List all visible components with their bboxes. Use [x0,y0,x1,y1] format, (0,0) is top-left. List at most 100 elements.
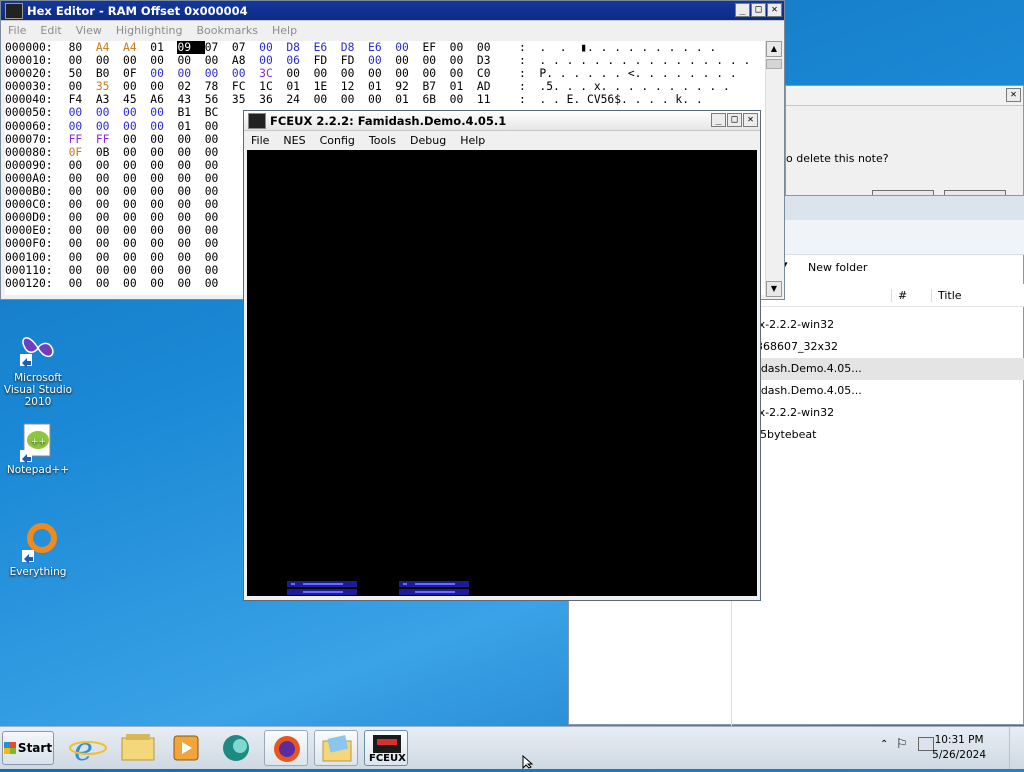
hex-address: 000030: [5,80,53,94]
scroll-down-icon[interactable]: ▼ [766,281,782,297]
hex-bytes[interactable]: 00 00 00 00 00 00 [69,224,219,237]
start-button[interactable]: Start [2,731,54,765]
clock-date: 5/26/2024 [932,749,986,761]
game-sprite [399,577,469,596]
column-header-hash[interactable]: # [891,289,932,302]
fceux-taskbar-button[interactable]: FCEUX [364,730,408,766]
hex-bytes[interactable]: FF FF 00 00 00 00 [69,133,219,146]
everything-search-icon [18,522,58,564]
hex-bytes[interactable]: 00 00 00 00 B1 BC [69,106,219,119]
hex-ascii[interactable]: : . . . . . . . . . . . . . . . . [519,54,750,67]
close-icon[interactable]: ✕ [743,113,758,127]
close-icon[interactable]: ✕ [1006,88,1021,102]
fceux-menubar: File NES Config Tools Debug Help [244,131,760,150]
hex-row[interactable]: 000020: 50 B0 0F 00 00 00 00 3C 00 00 00 … [5,67,765,80]
hex-bytes[interactable]: 00 00 00 00 00 00 [69,251,219,264]
fceux-titlebar[interactable]: FCEUX 2.2.2: Famidash.Demo.4.05.1 _ □ ✕ [244,111,760,131]
minimize-icon[interactable]: _ [735,3,750,17]
vertical-scrollbar[interactable]: ▲ ▼ [765,41,782,297]
hex-bytes[interactable]: 00 00 00 00 00 00 [69,198,219,211]
hex-bytes[interactable]: 00 00 00 00 00 00 [69,185,219,198]
menu-item[interactable]: Tools [362,134,403,147]
delete-note-dialog: ✕ o delete this note? [785,85,1024,200]
hex-ascii[interactable]: : . . ▮. . . . . . . . . . [519,41,716,54]
hex-bytes[interactable]: 00 00 00 00 00 00 [69,172,219,185]
dialog-titlebar: ✕ [786,86,1023,106]
new-folder-button[interactable]: New folder [808,261,867,274]
menu-item[interactable]: File [1,24,33,37]
desktop-icon-visual-studio[interactable]: Microsoft Visual Studio 2010 [0,328,78,408]
menu-item[interactable]: Highlighting [109,24,190,37]
window-title: FCEUX 2.2.2: Famidash.Demo.4.05.1 [270,113,507,128]
hex-ascii[interactable]: : .5. . . x. . . . . . . . . . [519,80,730,93]
hex-address: 000100: [5,250,53,264]
hex-bytes[interactable]: 50 B0 0F 00 00 00 00 3C 00 00 00 00 00 0… [69,67,491,80]
show-desktop-button[interactable] [1009,727,1024,769]
hex-bytes[interactable]: 00 00 00 00 00 00 [69,211,219,224]
desktop-icon-notepad-plus-plus[interactable]: ++ Notepad++ [0,420,78,476]
hex-bytes[interactable]: 80 A4 A4 01 09 07 07 00 D8 E6 D8 E6 00 E… [69,41,491,54]
menu-item[interactable]: View [69,24,109,37]
hex-address: 000120: [5,276,53,290]
hex-address: 0000F0: [5,237,53,251]
menu-item[interactable]: Help [265,24,304,37]
action-center-flag-icon[interactable]: ⚐ [896,737,908,752]
maximize-icon[interactable]: □ [727,113,742,127]
hex-address: 000060: [5,119,53,133]
taskbar: Start e FCEUX ⌃ ⚐ 10:31 PM 5/26/2024 [0,726,1024,769]
menu-item[interactable]: Help [453,134,492,147]
clock-time: 10:31 PM [934,734,984,746]
menu-item[interactable]: NES [276,134,312,147]
minimize-icon[interactable]: _ [711,113,726,127]
hex-row[interactable]: 000030: 00 35 00 00 02 78 FC 1C 01 1E 12 … [5,80,765,93]
dialog-message: o delete this note? [786,152,889,165]
hex-row[interactable]: 000040: F4 A3 45 A6 43 56 35 36 24 00 00 … [5,93,765,106]
menu-item[interactable]: Bookmarks [190,24,265,37]
mouse-cursor-icon [522,754,534,772]
hex-address: 0000C0: [5,198,53,212]
hex-address: 0000B0: [5,185,53,199]
hex-row[interactable]: 000010: 00 00 00 00 00 00 A8 00 06 FD FD … [5,54,765,67]
hex-bytes[interactable]: 00 00 00 00 00 00 [69,264,219,277]
hex-editor-titlebar[interactable]: Hex Editor - RAM Offset 0x000004 _ □ ✕ [1,1,784,21]
fceux-app-icon [5,2,23,19]
hex-bytes[interactable]: F4 A3 45 A6 43 56 35 36 24 00 00 00 01 6… [69,93,491,106]
scroll-thumb[interactable] [766,59,782,69]
hex-address: 000080: [5,145,53,159]
window-title: Hex Editor - RAM Offset 0x000004 [27,3,248,18]
app-icon[interactable] [214,730,258,766]
hex-address: 000070: [5,132,53,146]
media-player-icon[interactable] [164,730,208,766]
clock[interactable]: 10:31 PM 5/26/2024 [932,733,986,763]
internet-explorer-icon[interactable]: e [66,730,110,768]
menu-item[interactable]: File [244,134,276,147]
hex-address: 000020: [5,67,53,81]
column-header-title[interactable]: Title [931,289,1018,302]
nes-game-screen[interactable] [247,150,757,596]
file-explorer-icon[interactable] [116,730,160,766]
hex-row[interactable]: 000000: 80 A4 A4 01 09 07 07 00 D8 E6 D8 … [5,41,765,54]
hex-bytes[interactable]: 00 35 00 00 02 78 FC 1C 01 1E 12 01 92 B… [69,80,491,93]
menu-item[interactable]: Edit [33,24,68,37]
hex-bytes[interactable]: 00 00 00 00 00 00 [69,159,219,172]
start-label: Start [17,741,53,755]
desktop-icon-label: Notepad++ [6,464,70,476]
desktop-icon-everything[interactable]: Everything [0,522,78,578]
windows-logo-icon [3,742,16,754]
hex-address: 000040: [5,93,53,107]
menu-item[interactable]: Config [313,134,362,147]
hex-bytes[interactable]: 00 00 00 00 00 00 [69,277,219,290]
hex-bytes[interactable]: 00 00 00 00 00 00 [69,237,219,250]
hex-bytes[interactable]: 00 00 00 00 01 00 [69,120,219,133]
hex-ascii[interactable]: : P. . . . . . <. . . . . . . . [519,67,737,80]
firefox-icon[interactable] [264,730,308,766]
show-hidden-icons-icon[interactable]: ⌃ [880,739,888,750]
hex-bytes[interactable]: 0F 0B 00 00 00 00 [69,146,219,159]
scroll-up-icon[interactable]: ▲ [766,41,782,57]
folder-icon[interactable] [314,730,358,766]
maximize-icon[interactable]: □ [751,3,766,17]
menu-item[interactable]: Debug [403,134,453,147]
close-icon[interactable]: ✕ [767,3,782,17]
hex-ascii[interactable]: : . . E. CV56$. . . . k. . [519,93,703,106]
hex-bytes[interactable]: 00 00 00 00 00 00 A8 00 06 FD FD 00 00 0… [69,54,491,67]
